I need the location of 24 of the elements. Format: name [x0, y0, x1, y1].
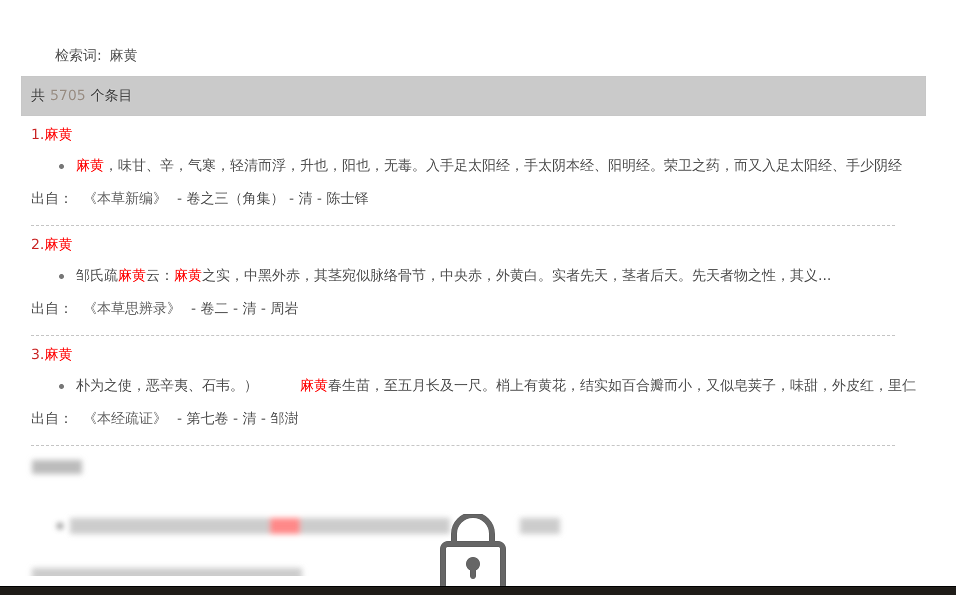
- source-details: - 卷二 - 清 - 周岩: [191, 300, 298, 318]
- query-label: 检索词:: [55, 47, 102, 66]
- source-label: 出自：: [31, 300, 73, 318]
- source-details: - 卷之三（角集） - 清 - 陈士铎: [177, 190, 368, 208]
- bullet-icon: [59, 164, 64, 168]
- bullet-icon: [59, 384, 64, 388]
- entry-title-link[interactable]: 2.麻黄: [31, 237, 72, 253]
- source-details: - 第七卷 - 清 - 邹澍: [177, 410, 298, 428]
- book-link[interactable]: 《本草新编》: [83, 190, 167, 208]
- entry-title-link[interactable]: 1.麻黄: [31, 127, 72, 143]
- book-link[interactable]: 《本经疏证》: [83, 410, 167, 428]
- entry-snippet: 邹氏疏麻黄云：麻黄之实，中黑外赤，其茎宛似脉络骨节，中央赤，外黄白。实者先天，茎者后天。先天者物之性，其义...: [76, 267, 832, 285]
- entry-snippet: 朴为之使，恶辛夷、石韦。） 麻黄春生苗，至五月长及一尺。梢上有黄花，结实如百合瓣而小，又似皂荚子，味甜，外皮红，里仁: [76, 377, 916, 395]
- entry-title-link[interactable]: 3.麻黄: [31, 347, 72, 363]
- source-label: 出自：: [31, 190, 73, 208]
- count-suffix: 个条目: [90, 87, 133, 105]
- entry-snippet: 麻黄，味甘、辛，气寒，轻清而浮，升也，阳也，无毒。入手足太阳经，手太阴本经、阳明经。荣卫之药，而又入足太阳经、手少阴经: [76, 157, 902, 175]
- lock-icon: [440, 514, 506, 586]
- result-count: 5705: [50, 88, 86, 104]
- bullet-icon: [59, 274, 64, 278]
- source-label: 出自：: [31, 410, 73, 428]
- book-link[interactable]: 《本草思辨录》: [83, 300, 181, 318]
- query-term: 麻黄: [110, 47, 138, 66]
- count-prefix: 共: [31, 87, 45, 105]
